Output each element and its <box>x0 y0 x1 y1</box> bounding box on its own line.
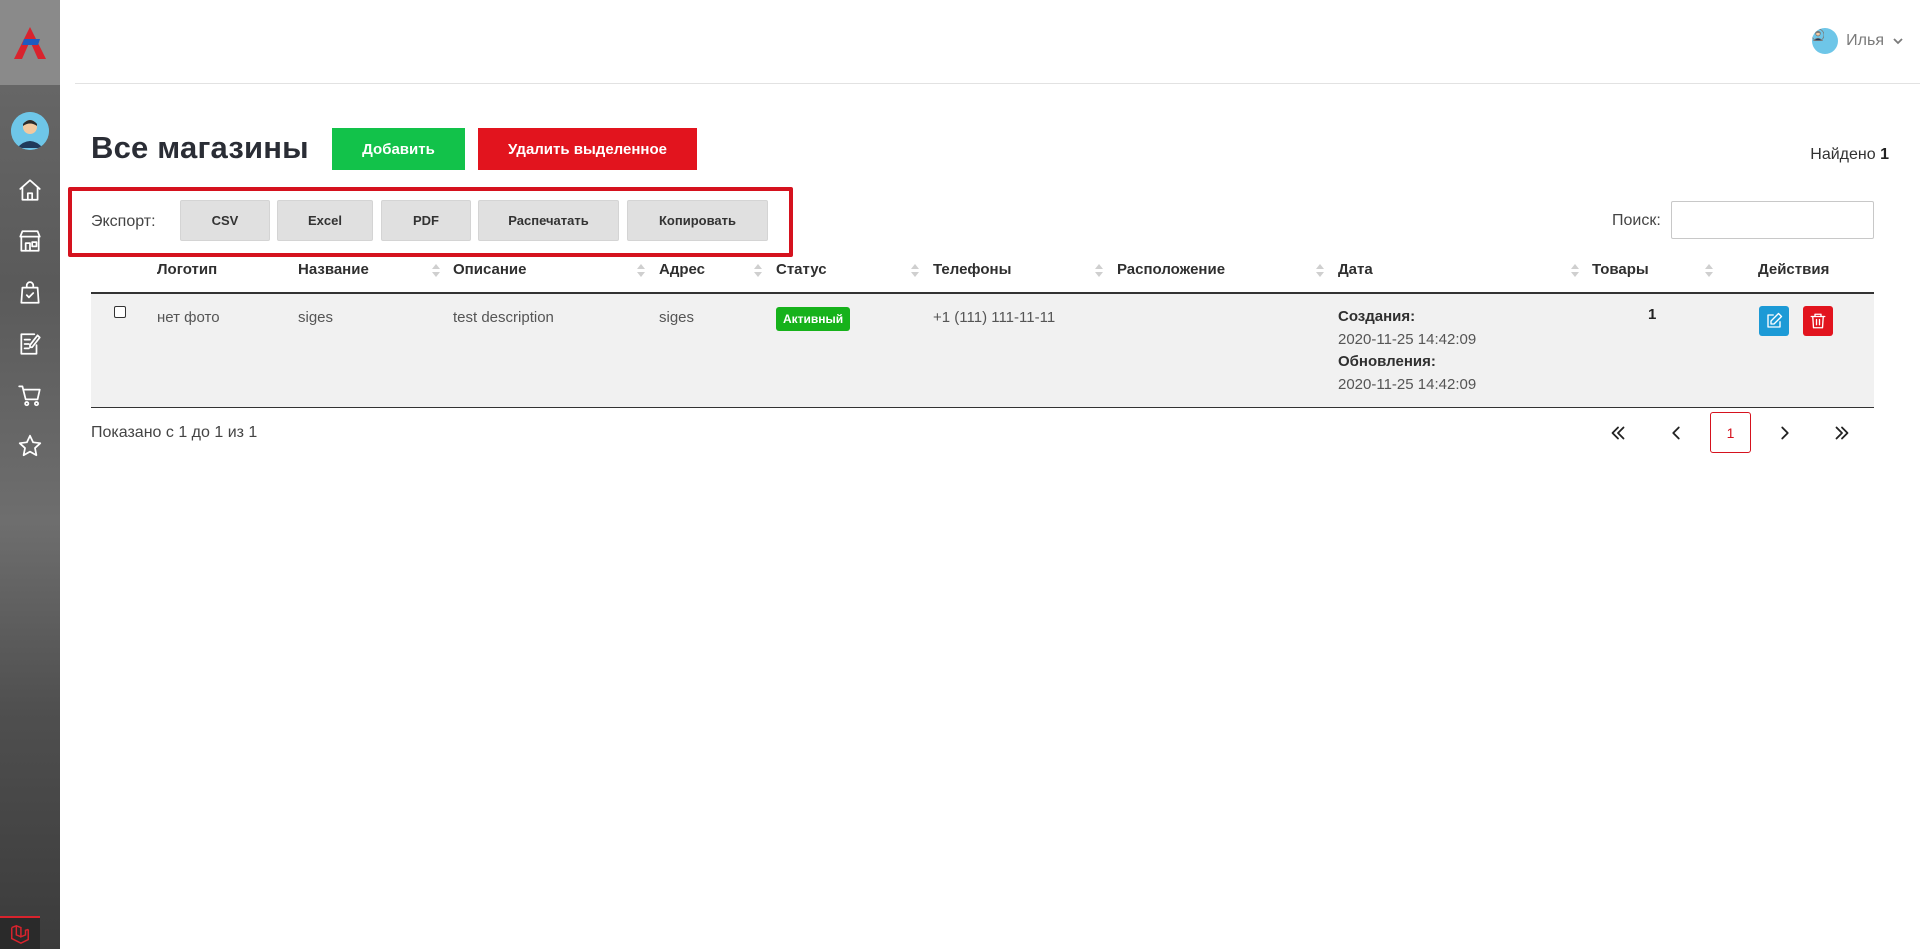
column-header-location[interactable]: Расположение <box>1117 261 1225 278</box>
sidebar-footer-logo[interactable] <box>0 916 40 949</box>
export-excel-button[interactable]: Excel <box>277 200 373 241</box>
user-name: Илья <box>1846 32 1884 49</box>
table-info: Показано с 1 до 1 из 1 <box>91 424 258 441</box>
created-label: Создания: <box>1338 308 1416 325</box>
sort-icon[interactable] <box>432 264 440 278</box>
sort-icon[interactable] <box>637 264 645 278</box>
double-chevron-right-icon <box>1835 426 1849 439</box>
star-icon <box>18 434 42 457</box>
table-row: нет фото siges test description siges Ак… <box>91 294 1874 408</box>
found-label: Найдено <box>1810 146 1876 163</box>
cart-icon <box>18 385 41 407</box>
column-header-date[interactable]: Дата <box>1338 261 1373 278</box>
app-logo[interactable] <box>0 0 60 85</box>
sidebar-item-home[interactable] <box>15 175 45 205</box>
sidebar-item-favorites[interactable] <box>15 431 45 461</box>
column-header-address[interactable]: Адрес <box>659 261 705 278</box>
chevron-left-icon <box>1672 426 1680 439</box>
edit-button[interactable] <box>1759 306 1789 336</box>
column-header-name[interactable]: Название <box>298 261 369 278</box>
store-icon <box>19 230 41 252</box>
sidebar-avatar[interactable] <box>11 112 49 150</box>
sort-icon[interactable] <box>1705 264 1713 278</box>
column-header-actions: Действия <box>1758 261 1830 278</box>
search-label: Поиск: <box>1612 212 1661 229</box>
sidebar-item-documents[interactable] <box>15 329 45 359</box>
stores-table: Логотип Название Описание Адрес Статус Т… <box>91 254 1874 408</box>
sidebar-item-cart[interactable] <box>15 380 45 410</box>
export-csv-button[interactable]: CSV <box>180 200 270 241</box>
user-menu[interactable]: Илья <box>1812 28 1904 54</box>
first-page-button[interactable] <box>1598 412 1638 453</box>
sort-icon[interactable] <box>1316 264 1324 278</box>
edit-document-icon <box>20 333 41 355</box>
next-page-button[interactable] <box>1765 412 1805 453</box>
delete-selected-button[interactable]: Удалить выделенное <box>478 128 697 170</box>
trash-icon <box>1810 313 1826 329</box>
home-icon <box>19 179 41 201</box>
column-header-description[interactable]: Описание <box>453 261 526 278</box>
updated-label: Обновления: <box>1338 353 1436 370</box>
cell-date: Создания: 2020-11-25 14:42:09 Обновления… <box>1338 306 1476 396</box>
sidebar-item-orders[interactable] <box>15 278 45 308</box>
delete-button[interactable] <box>1803 306 1833 336</box>
export-label: Экспорт: <box>91 213 156 230</box>
found-count: Найдено 1 <box>1810 146 1889 164</box>
page-title: Все магазины <box>91 130 309 165</box>
last-page-button[interactable] <box>1822 412 1862 453</box>
sidebar <box>0 0 60 949</box>
cell-logo: нет фото <box>157 309 220 326</box>
export-print-button[interactable]: Распечатать <box>478 200 619 241</box>
user-avatar-icon <box>1812 28 1825 42</box>
sort-icon[interactable] <box>1095 264 1103 278</box>
status-badge: Активный <box>776 307 851 331</box>
table-header: Логотип Название Описание Адрес Статус Т… <box>91 254 1874 294</box>
sort-icon[interactable] <box>754 264 762 278</box>
user-avatar-icon <box>11 112 49 150</box>
cell-name: siges <box>298 309 334 326</box>
cell-products: 1 <box>1648 306 1657 323</box>
sort-icon[interactable] <box>911 264 919 278</box>
laravel-icon <box>11 924 29 944</box>
page-number-current[interactable]: 1 <box>1710 412 1751 453</box>
previous-page-button[interactable] <box>1656 412 1696 453</box>
edit-icon <box>1767 312 1783 328</box>
column-header-products[interactable]: Товары <box>1592 261 1649 278</box>
sort-icon[interactable] <box>1571 264 1579 278</box>
created-value: 2020-11-25 14:42:09 <box>1338 330 1477 348</box>
column-header-logo: Логотип <box>157 261 218 278</box>
column-header-phones[interactable]: Телефоны <box>933 261 1011 278</box>
export-pdf-button[interactable]: PDF <box>381 200 471 241</box>
cell-phones: +1 (111) 111-11-11 <box>933 309 1056 326</box>
cell-description: test description <box>453 309 554 326</box>
double-chevron-left-icon <box>1611 426 1625 439</box>
avatar <box>1812 28 1839 54</box>
logo-icon <box>14 26 46 59</box>
cell-address: siges <box>659 309 695 326</box>
chevron-down-icon <box>1893 38 1903 45</box>
found-number: 1 <box>1880 146 1889 163</box>
export-copy-button[interactable]: Копировать <box>627 200 768 241</box>
shopping-bag-icon <box>20 281 40 304</box>
row-checkbox[interactable] <box>114 306 126 318</box>
updated-value: 2020-11-25 14:42:09 <box>1338 375 1477 393</box>
top-header: Илья <box>75 0 1920 84</box>
column-header-status[interactable]: Статус <box>776 261 827 278</box>
sidebar-item-stores[interactable] <box>15 226 45 256</box>
chevron-right-icon <box>1781 426 1789 439</box>
add-button[interactable]: Добавить <box>332 128 465 170</box>
search-input[interactable] <box>1671 201 1874 239</box>
